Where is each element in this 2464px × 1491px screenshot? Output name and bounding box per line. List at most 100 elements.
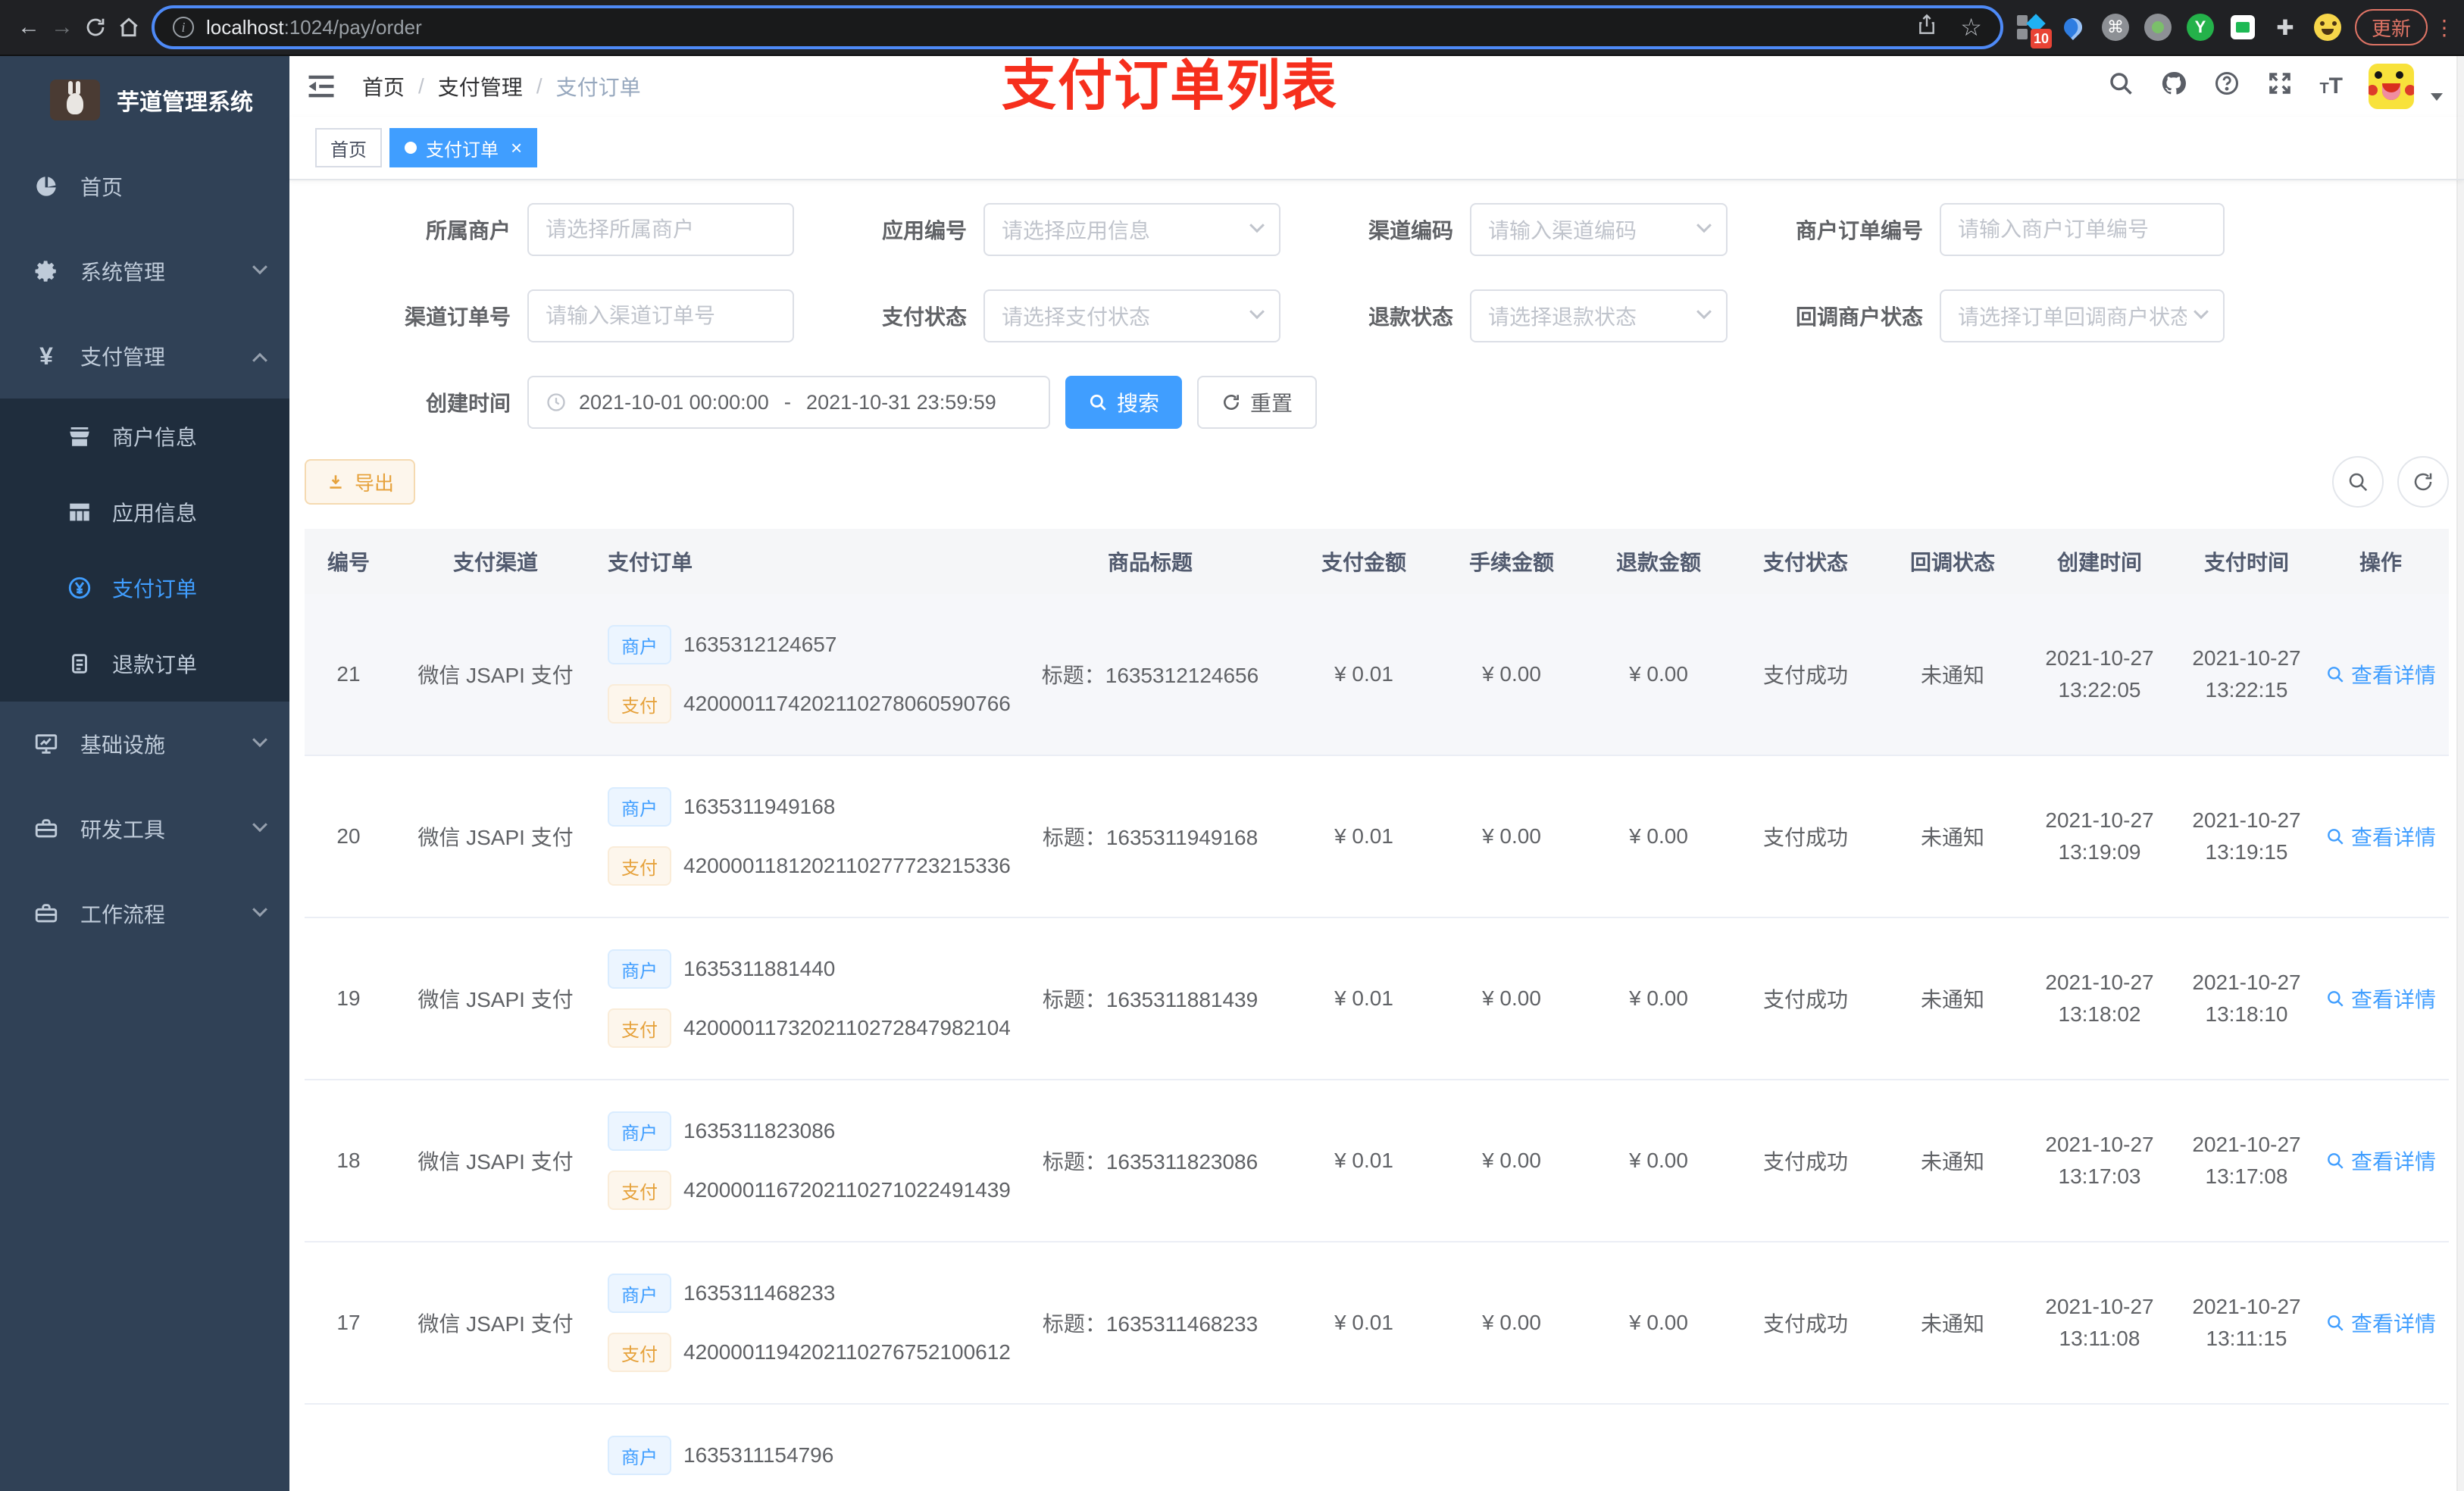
sidebar-item-pay-management[interactable]: ¥ 支付管理 <box>0 314 289 399</box>
chrome-menu-icon[interactable]: ⋮ <box>2434 15 2455 40</box>
notify-status-select[interactable]: 请选择订单回调商户状态 <box>1940 289 2225 342</box>
address-bar[interactable]: i localhost:1024/pay/order ☆ <box>152 5 2003 49</box>
cell-fee: ¥ 0.00 <box>1482 1149 1541 1172</box>
merchant-tag: 商户 <box>608 787 671 827</box>
font-size-icon[interactable]: TT <box>2319 73 2343 99</box>
search-icon[interactable] <box>2107 70 2134 103</box>
merchant-label: 所属商户 <box>425 219 511 242</box>
cell-pay-channel: 微信 JSAPI 支付 <box>417 826 574 849</box>
back-icon[interactable]: ← <box>12 9 45 45</box>
site-info-icon[interactable]: i <box>173 17 194 38</box>
extension-pin-icon[interactable] <box>2058 12 2088 42</box>
fullscreen-icon[interactable] <box>2266 70 2294 103</box>
merchant-order-no-input[interactable] <box>1940 203 2225 256</box>
chrome-update-button[interactable]: 更新 <box>2354 9 2428 45</box>
view-detail-link[interactable]: 查看详情 <box>2325 659 2436 689</box>
tag-pay-order[interactable]: 支付订单 × <box>389 128 538 167</box>
sidebar-item-app-info[interactable]: 应用信息 <box>0 474 289 550</box>
search-icon <box>2328 667 2344 683</box>
sidebar-item-merchant-info[interactable]: 商户信息 <box>0 399 289 474</box>
export-button[interactable]: 导出 <box>305 459 416 505</box>
sidebar-item-pay-order[interactable]: 支付订单 <box>0 550 289 626</box>
cell-action: 查看详情 <box>2320 659 2441 689</box>
cell-create-time: 2021-10-27 13:19:09 <box>2045 808 2154 864</box>
collapse-sidebar-icon[interactable] <box>305 70 338 103</box>
sidebar-item-infrastructure[interactable]: 基础设施 <box>0 702 289 786</box>
cell-order-id: 17 <box>336 1311 361 1334</box>
refund-status-label: 退款状态 <box>1368 305 1453 329</box>
range-start-value: 2021-10-01 00:00:00 <box>579 390 769 414</box>
github-icon[interactable] <box>2160 70 2187 103</box>
cell-order-id: 19 <box>336 986 361 1010</box>
home-icon[interactable] <box>112 9 145 45</box>
sidebar-item-refund-order[interactable]: 退款订单 <box>0 626 289 702</box>
refund-status-select[interactable]: 请选择退款状态 <box>1470 289 1728 342</box>
active-dot-icon <box>405 142 417 154</box>
url-path: :1024/pay/order <box>283 15 422 39</box>
table-row: 18 微信 JSAPI 支付 商户 1635311823086 支付 42000… <box>305 1080 2449 1242</box>
sidebar-item-workflow[interactable]: 工作流程 <box>0 871 289 956</box>
extension-emoji-icon[interactable] <box>2312 12 2343 42</box>
cell-pay-channel: 微信 JSAPI 支付 <box>417 988 574 1011</box>
extension-chat-icon[interactable] <box>2228 12 2258 42</box>
cell-title: 标题：1635312124656 <box>1041 664 1259 687</box>
merchant-order-no: 1635312124657 <box>683 633 837 656</box>
breadcrumb-pay-management[interactable]: 支付管理 <box>438 71 523 102</box>
merchant-order-line: 商户 1635311468233 <box>608 1274 1011 1313</box>
extension-dot-icon[interactable] <box>2143 12 2173 42</box>
help-icon[interactable] <box>2213 70 2240 103</box>
extension-y-icon[interactable]: Y <box>2185 12 2215 42</box>
view-detail-link[interactable]: 查看详情 <box>2325 821 2436 852</box>
share-icon[interactable] <box>1915 13 1939 42</box>
breadcrumb-home[interactable]: 首页 <box>362 71 405 102</box>
channel-order-no-input[interactable] <box>527 289 794 342</box>
close-icon[interactable]: × <box>511 138 522 158</box>
scrollbar[interactable] <box>2456 56 2464 1491</box>
pay-tag: 支付 <box>608 684 671 724</box>
refresh-table-icon[interactable] <box>2397 456 2449 508</box>
pay-status-select[interactable]: 请选择支付状态 <box>983 289 1280 342</box>
cell-pay-channel: 微信 JSAPI 支付 <box>417 1150 574 1174</box>
forward-icon[interactable]: → <box>45 9 79 45</box>
view-detail-link[interactable]: 查看详情 <box>2325 1308 2436 1338</box>
gear-icon <box>35 261 56 282</box>
cell-pay-order: 商户 1635311468233 支付 42000011942021102767… <box>599 1274 1011 1372</box>
bookmark-star-icon[interactable]: ☆ <box>1960 13 1982 42</box>
yen-icon: ¥ <box>39 342 53 370</box>
view-detail-link[interactable]: 查看详情 <box>2325 983 2436 1014</box>
sidebar-item-home[interactable]: 首页 <box>0 144 289 229</box>
extension-command-icon[interactable]: ⌘ <box>2100 12 2131 42</box>
cell-pay-order: 商户 1635312124657 支付 42000011742021102780… <box>599 625 1011 724</box>
clock-icon <box>546 392 567 413</box>
shop-icon <box>70 427 89 446</box>
create-time-range-picker[interactable]: 2021-10-01 00:00:00 - 2021-10-31 23:59:5… <box>527 376 1050 429</box>
merchant-tag: 商户 <box>608 1274 671 1313</box>
extension-tag-manager-icon[interactable]: 10 <box>2015 12 2052 48</box>
reset-button[interactable]: 重置 <box>1197 376 1318 429</box>
reload-icon[interactable] <box>79 9 112 45</box>
extensions-puzzle-icon[interactable]: ✚ <box>2270 12 2300 42</box>
sidebar-item-system[interactable]: 系统管理 <box>0 229 289 314</box>
grid-table-icon <box>70 503 89 521</box>
channel-code-select[interactable]: 请输入渠道编码 <box>1470 203 1728 256</box>
sidebar: 芋道管理系统 首页 系统管理 ¥ 支付管理 商户信息 应用信息 支付订单 退款订… <box>0 56 289 1491</box>
tag-home[interactable]: 首页 <box>315 128 382 167</box>
avatar-dropdown-icon[interactable] <box>2431 93 2443 101</box>
cell-pay-order: 商户 1635311154796 支付 <box>599 1436 1011 1491</box>
merchant-order-no: 1635311823086 <box>683 1119 836 1142</box>
search-icon <box>2328 1315 2344 1331</box>
merchant-order-line: 商户 1635311949168 <box>608 787 1011 827</box>
breadcrumb-pay-order: 支付订单 <box>555 76 641 99</box>
cell-fee: ¥ 0.00 <box>1482 986 1541 1010</box>
sidebar-item-dev-tools[interactable]: 研发工具 <box>0 786 289 871</box>
toggle-search-icon[interactable] <box>2332 456 2384 508</box>
view-detail-link[interactable]: 查看详情 <box>2325 1146 2436 1176</box>
avatar[interactable] <box>2369 64 2414 109</box>
search-icon <box>2328 991 2344 1007</box>
merchant-input[interactable] <box>527 203 794 256</box>
search-button[interactable]: 搜索 <box>1065 376 1183 429</box>
app-select[interactable]: 请选择应用信息 <box>983 203 1280 256</box>
cell-pay-status: 支付成功 <box>1762 1150 1848 1174</box>
cell-amount: ¥ 0.01 <box>1334 986 1393 1010</box>
merchant-tag: 商户 <box>608 1111 671 1151</box>
